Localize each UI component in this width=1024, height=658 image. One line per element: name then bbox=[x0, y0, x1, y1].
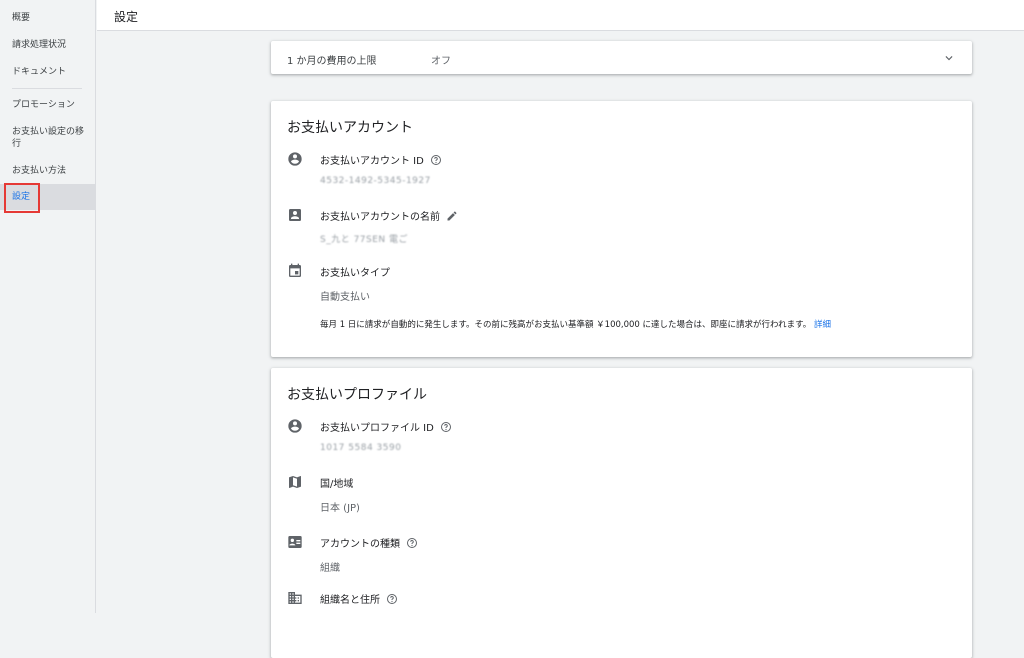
main-content: 1 か月の費用の上限 オフ お支払いアカウント お支払いアカウント ID 453… bbox=[97, 31, 1024, 658]
account-name-label: お支払いアカウントの名前 bbox=[320, 208, 458, 223]
org-name-address-label: 組織名と住所 bbox=[320, 591, 398, 606]
chevron-down-icon[interactable] bbox=[942, 51, 956, 65]
sidebar-item-label: ドキュメント bbox=[12, 67, 67, 77]
account-type-label-text: アカウントの種類 bbox=[320, 539, 400, 550]
account-name-label-text: お支払いアカウントの名前 bbox=[320, 212, 440, 223]
sidebar-item-label: お支払い方法 bbox=[12, 166, 67, 176]
top-header: 設定 bbox=[97, 0, 1024, 31]
account-id-label: お支払いアカウント ID bbox=[320, 152, 442, 167]
sidebar-item-payment-methods[interactable]: お支払い方法 bbox=[0, 165, 96, 177]
account-box-icon bbox=[289, 209, 301, 221]
sidebar-item-label: お支払い設定の移行 bbox=[12, 127, 85, 149]
sidebar-item-payment-migration[interactable]: お支払い設定の移行 bbox=[0, 126, 96, 150]
id-card-icon bbox=[288, 536, 302, 548]
sidebar-divider bbox=[12, 88, 82, 89]
edit-icon[interactable] bbox=[446, 210, 458, 222]
help-icon[interactable] bbox=[406, 537, 418, 549]
help-icon[interactable] bbox=[386, 593, 398, 605]
calendar-icon bbox=[289, 263, 301, 277]
card-title: お支払いプロファイル bbox=[287, 387, 427, 403]
account-type-label: アカウントの種類 bbox=[320, 535, 418, 550]
profile-id-label-text: お支払いプロファイル ID bbox=[320, 423, 434, 434]
sidebar-item-label: 請求処理状況 bbox=[12, 40, 67, 50]
help-icon[interactable] bbox=[430, 154, 442, 166]
account-circle-icon bbox=[288, 419, 302, 433]
map-icon bbox=[289, 476, 301, 488]
budget-value: オフ bbox=[431, 56, 451, 67]
sidebar-item-promotions[interactable]: プロモーション bbox=[0, 99, 96, 111]
payment-type-label-text: お支払いタイプ bbox=[320, 268, 390, 279]
account-id-value: 4532-1492-5345-1927 bbox=[320, 176, 431, 186]
sidebar-item-documents[interactable]: ドキュメント bbox=[0, 66, 96, 78]
payments-account-card: お支払いアカウント お支払いアカウント ID 4532-1492-5345-19… bbox=[271, 101, 972, 357]
payment-type-description: 毎月 1 日に請求が自動的に発生します。その前に残高がお支払い基準額 ￥100,… bbox=[320, 318, 831, 330]
country-label-text: 国/地域 bbox=[320, 479, 354, 490]
org-label-text: 組織名と住所 bbox=[320, 595, 380, 606]
account-type-value: 組織 bbox=[320, 563, 340, 574]
learn-more-link[interactable]: 詳細 bbox=[814, 320, 831, 330]
sidebar-item-billing-status[interactable]: 請求処理状況 bbox=[0, 39, 96, 51]
budget-label: 1 か月の費用の上限 bbox=[287, 56, 377, 67]
country-label: 国/地域 bbox=[320, 475, 353, 490]
page-title: 設定 bbox=[114, 10, 139, 24]
payments-profile-card: お支払いプロファイル お支払いプロファイル ID 1017 5584 3590 … bbox=[271, 368, 972, 658]
account-name-value: S_九と 77SEN 電ご bbox=[320, 235, 409, 245]
sidebar-item-label: 概要 bbox=[12, 13, 31, 23]
sidebar-item-label: プロモーション bbox=[12, 100, 75, 110]
profile-id-label: お支払いプロファイル ID bbox=[320, 419, 452, 434]
sidebar: 概要 請求処理状況 ドキュメント プロモーション お支払い設定の移行 お支払い方… bbox=[0, 0, 96, 613]
sidebar-item-overview[interactable]: 概要 bbox=[0, 12, 96, 24]
description-text: 毎月 1 日に請求が自動的に発生します。その前に残高がお支払い基準額 ￥100,… bbox=[320, 320, 812, 330]
payment-type-label: お支払いタイプ bbox=[320, 264, 390, 279]
help-icon[interactable] bbox=[440, 421, 452, 433]
card-title: お支払いアカウント bbox=[287, 120, 413, 136]
country-value: 日本 (JP) bbox=[320, 503, 360, 514]
account-circle-icon bbox=[288, 152, 302, 166]
monthly-budget-card[interactable]: 1 か月の費用の上限 オフ bbox=[271, 41, 972, 74]
payment-type-value: 自動支払い bbox=[320, 292, 370, 303]
profile-id-value: 1017 5584 3590 bbox=[320, 443, 402, 453]
highlight-box bbox=[4, 183, 40, 213]
account-id-label-text: お支払いアカウント ID bbox=[320, 156, 424, 167]
building-icon bbox=[288, 592, 302, 604]
